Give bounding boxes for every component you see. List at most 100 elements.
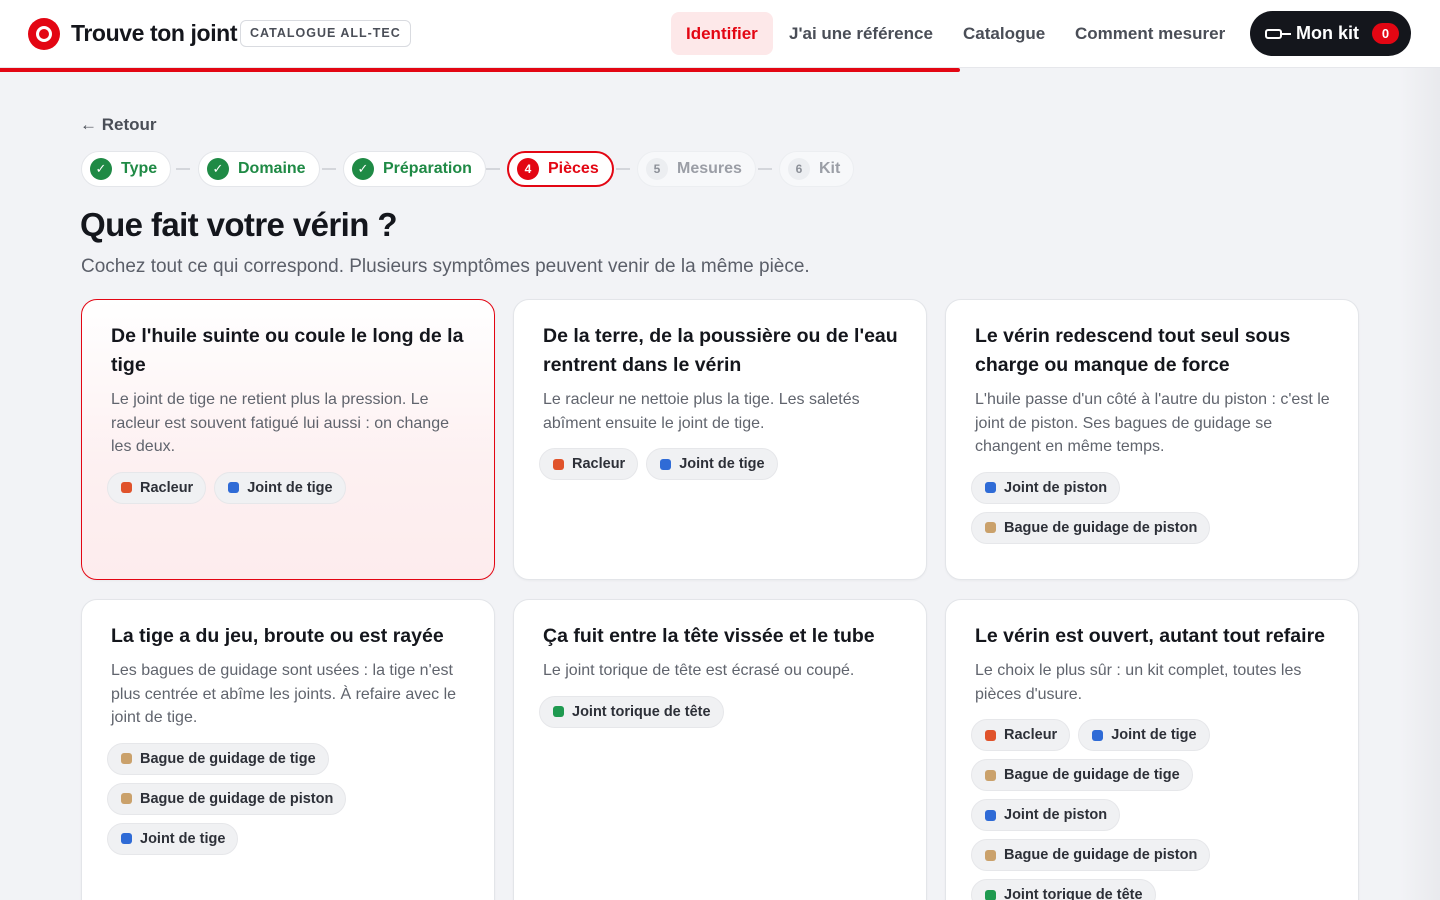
color-swatch — [553, 458, 564, 470]
part-tag: Bague de guidage de piston — [971, 839, 1211, 871]
card-description: Le racleur ne nettoie plus la tige. Les … — [543, 391, 860, 432]
part-tags: Bague de guidage de tige Bague de guidag… — [107, 742, 468, 855]
part-tag-label: Racleur — [1004, 727, 1058, 743]
card-description: Le joint de tige ne retient plus la pres… — [111, 391, 449, 455]
check-icon: ✓ — [207, 158, 229, 180]
color-swatch — [1092, 729, 1104, 741]
check-icon: ✓ — [90, 158, 112, 180]
color-swatch — [121, 482, 132, 493]
card-description: L'huile passe d'un côté à l'autre du pis… — [975, 391, 1330, 455]
nav-catalogue[interactable]: Catalogue — [948, 12, 1060, 55]
part-tag: Joint de tige — [107, 822, 239, 855]
symptom-card[interactable]: Le vérin est ouvert, autant tout refaire… — [945, 599, 1359, 900]
part-tags: Racleur Joint de tige — [107, 471, 468, 504]
part-tag: Racleur — [539, 448, 639, 480]
card-description: Les bagues de guidage sont usées : la ti… — [111, 662, 457, 726]
card-title: Le vérin est ouvert, autant tout refaire — [975, 625, 1326, 647]
page-subtitle: Cochez tout ce qui correspond. Plusieurs… — [81, 256, 810, 277]
step-kit: 6 Kit — [779, 151, 855, 187]
part-tag-label: Racleur — [140, 479, 194, 496]
symptom-card[interactable]: De l'huile suinte ou coule le long de la… — [81, 299, 495, 580]
step-preparation[interactable]: ✓ Préparation — [343, 151, 486, 187]
color-swatch — [985, 809, 996, 821]
part-tag: Bague de guidage de tige — [971, 759, 1193, 791]
symptom-card[interactable]: La tige a du jeu, broute ou est rayée Le… — [81, 599, 495, 900]
nav-identifier[interactable]: Identifier — [671, 12, 773, 55]
brand-name[interactable]: Trouve ton joint — [71, 18, 237, 48]
step-separator — [322, 168, 336, 170]
card-title: Ça fuit entre la tête vissée et le tube — [543, 625, 875, 647]
color-swatch — [553, 706, 564, 717]
cylinder-icon — [1265, 27, 1291, 41]
part-tag: Joint de tige — [214, 471, 346, 504]
step-pieces[interactable]: 4 Pièces — [507, 151, 614, 187]
step-label: Préparation — [383, 160, 472, 177]
part-tag: Bague de guidage de piston — [107, 782, 347, 815]
step-label: Type — [121, 160, 158, 177]
part-tag-label: Joint de tige — [1111, 727, 1197, 743]
part-tags: Racleur Joint de tige — [539, 448, 900, 480]
color-swatch — [985, 729, 996, 741]
color-swatch — [121, 753, 132, 764]
page-title: Que fait votre vérin ? — [80, 206, 397, 243]
color-swatch — [985, 889, 996, 900]
step-label: Domaine — [238, 160, 306, 177]
part-tag: Racleur — [107, 471, 207, 504]
part-tag: Joint de piston — [971, 471, 1121, 504]
color-swatch — [985, 849, 996, 861]
card-description: Le choix le plus sûr : un kit complet, t… — [975, 662, 1302, 703]
part-tag-label: Bague de guidage de piston — [140, 790, 334, 807]
symptom-card[interactable]: De la terre, de la poussière ou de l'eau… — [513, 299, 927, 580]
step-label: Pièces — [548, 160, 599, 177]
progress-bar — [0, 68, 960, 72]
step-separator — [758, 168, 772, 170]
color-swatch — [121, 793, 132, 804]
logo-icon[interactable] — [28, 18, 60, 50]
check-icon: ✓ — [352, 158, 374, 180]
step-separator — [616, 168, 630, 170]
step-separator — [486, 168, 500, 170]
nav-comment-mesurer[interactable]: Comment mesurer — [1060, 12, 1240, 55]
color-swatch — [660, 458, 672, 470]
nav-reference[interactable]: J'ai une référence — [774, 12, 948, 55]
card-title: De l'huile suinte ou coule le long de la… — [111, 325, 464, 376]
part-tags: Racleur Joint de tige Bague de guidage d… — [971, 719, 1332, 900]
part-tag: Bague de guidage de piston — [971, 511, 1211, 544]
part-tag: Racleur — [971, 719, 1071, 751]
part-tag-label: Joint torique de tête — [1004, 887, 1143, 900]
card-title: De la terre, de la poussière ou de l'eau… — [543, 325, 898, 376]
card-title: Le vérin redescend tout seul sous charge… — [975, 325, 1291, 376]
step-label: Kit — [819, 160, 841, 177]
part-tag: Joint de tige — [646, 448, 778, 480]
part-tag: Joint de tige — [1078, 719, 1210, 751]
step-number: 6 — [788, 158, 810, 180]
color-swatch — [121, 833, 132, 844]
part-tag-label: Joint de tige — [247, 479, 333, 496]
symptom-card[interactable]: Le vérin redescend tout seul sous charge… — [945, 299, 1359, 580]
kit-count-badge: 0 — [1372, 23, 1399, 44]
symptom-card[interactable]: Ça fuit entre la tête vissée et le tube … — [513, 599, 927, 900]
card-description: Le joint torique de tête est écrasé ou c… — [543, 662, 855, 679]
part-tag-label: Racleur — [572, 456, 626, 472]
part-tag-label: Joint torique de tête — [572, 703, 711, 720]
card-title: La tige a du jeu, broute ou est rayée — [111, 625, 444, 647]
part-tag-label: Joint de piston — [1004, 807, 1108, 823]
step-mesures: 5 Mesures — [637, 151, 756, 187]
part-tag-label: Bague de guidage de tige — [1004, 767, 1180, 783]
part-tag-label: Bague de guidage de piston — [1004, 519, 1198, 536]
part-tag-label: Joint de tige — [679, 456, 765, 472]
step-number: 5 — [646, 158, 668, 180]
part-tag: Joint torique de tête — [971, 879, 1156, 900]
part-tags: Joint torique de tête — [539, 695, 900, 728]
part-tag: Joint torique de tête — [539, 695, 724, 728]
color-swatch — [985, 482, 996, 493]
step-label: Mesures — [677, 160, 742, 177]
part-tag-label: Bague de guidage de piston — [1004, 847, 1198, 863]
step-domaine[interactable]: ✓ Domaine — [198, 151, 320, 187]
color-swatch — [985, 769, 996, 781]
back-link[interactable]: ← Retour — [80, 113, 157, 137]
step-number: 4 — [517, 158, 539, 180]
my-kit-button[interactable]: Mon kit 0 — [1250, 11, 1411, 56]
step-type[interactable]: ✓ Type — [81, 151, 172, 187]
part-tag-label: Joint de piston — [1004, 479, 1108, 496]
